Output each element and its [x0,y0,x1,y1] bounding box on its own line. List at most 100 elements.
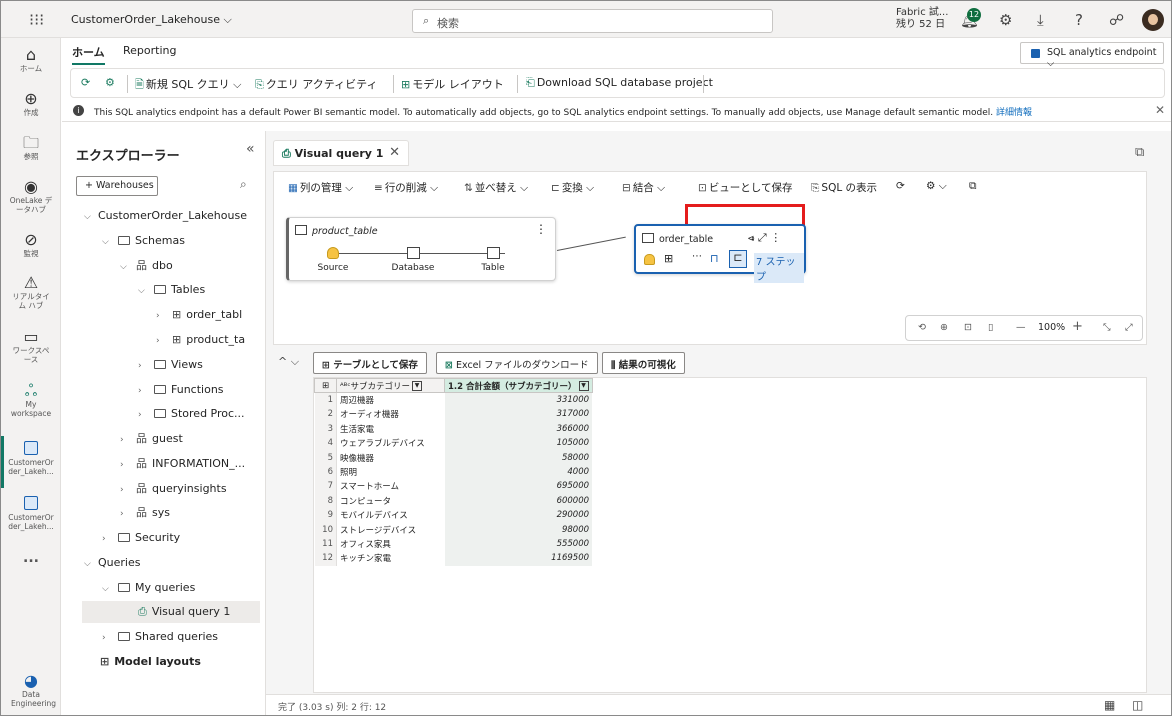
tree-visual-query[interactable]: ⎙ Visual query 1 [82,601,260,623]
row-number[interactable]: 6 [314,464,337,480]
row-number[interactable]: 8 [314,493,337,509]
cell-total[interactable]: 695000 [444,479,593,494]
table-row[interactable]: 6 照明 4000 [314,464,593,480]
collapse-icon[interactable]: ⤡ [1103,322,1111,333]
tree-queries[interactable]: ⌵ Queries [84,552,140,574]
cell-subcategory[interactable]: スマートホーム [337,479,445,493]
row-number[interactable]: 10 [314,522,337,537]
nav-data-engineering[interactable]: ◕ Data Engineering [1,672,61,709]
endpoint-selector[interactable]: SQL analytics endpoint ⌵ [1020,42,1164,69]
save-as-table-button[interactable]: ⊞ テーブルとして保存 [313,352,427,374]
table-row[interactable]: 10 ストレージデバイス 98000 [314,522,593,537]
cell-total[interactable]: 331000 [444,392,593,408]
add-warehouses-button[interactable]: + Warehouses [76,176,158,196]
sort-button[interactable]: ⇅ 並べ替え ⌵ [464,180,528,195]
cell-subcategory[interactable]: 周辺機器 [337,393,445,407]
row-number[interactable]: 9 [314,508,337,523]
cell-subcategory[interactable]: オフィス家具 [337,537,445,551]
query-activity-button[interactable]: ⎘ クエリ アクティビティ [255,76,377,92]
download-excel-button[interactable]: ⊠ Excel ファイルのダウンロード [436,352,598,374]
tree-views[interactable]: › Views [138,354,203,376]
cell-subcategory[interactable]: モバイルデバイス [337,508,445,522]
close-icon[interactable]: ✕ [1155,103,1165,117]
cell-total[interactable]: 1169500 [444,551,593,566]
tab-home[interactable]: ホーム [72,44,105,65]
download-project-button[interactable]: ⎗ Download SQL database project [526,76,713,90]
nav-create[interactable]: ⊕ 作成 [1,90,61,118]
search-icon[interactable]: ⌕ [240,177,247,192]
nav-my-workspace[interactable]: ஃ My workspace [1,382,61,419]
cell-total[interactable]: 290000 [444,508,593,523]
nav-more[interactable]: ... [1,551,61,565]
share-node-icon[interactable]: ⩹ ⤢ ⋮ [748,231,781,245]
share-icon[interactable]: ☍ [1109,11,1124,29]
new-sql-query-button[interactable]: 🗎︎ 新規 SQL クエリ ⌵ [135,76,241,95]
help-icon[interactable]: ? [1075,11,1083,29]
tree-my-queries[interactable]: ⌵ My queries [102,577,195,599]
avatar[interactable] [1142,9,1164,31]
tree-model-layouts[interactable]: ⊞ Model layouts [98,651,201,673]
cell-subcategory[interactable]: ウェアラブルデバイス [337,436,445,450]
row-number[interactable]: 7 [314,479,337,494]
table-row[interactable]: 7 スマートホーム 695000 [314,479,593,494]
undo-icon[interactable]: ⟲ [918,322,926,333]
search-box[interactable]: ⌕ 検索 [412,9,773,33]
more-options-icon[interactable]: ⋮ [535,222,547,236]
trial-status[interactable]: Fabric 試... 残り 52 日 [896,7,948,31]
close-icon[interactable]: ✕ [389,145,400,160]
step-source[interactable]: Source [305,247,361,273]
row-number[interactable]: 11 [314,536,337,552]
grid-view-icon[interactable]: ▦ [1104,698,1115,712]
row-number[interactable]: 5 [314,450,337,465]
tree-tables[interactable]: ⌵ Tables [138,279,205,301]
zoom-in-icon[interactable]: + [1072,319,1083,334]
nav-realtime[interactable]: ⚠︎ リアルタイム ハブ [1,274,61,311]
table-row[interactable]: 5 映像機器 58000 [314,450,593,465]
cell-total[interactable]: 4000 [444,464,593,480]
tree-order-table[interactable]: › ⊞ order_tabl [156,304,242,326]
table-row[interactable]: 2 オーディオ機器 317000 [314,407,593,422]
table-row[interactable]: 9 モバイルデバイス 290000 [314,508,593,523]
table-row[interactable]: 1 周辺機器 331000 [314,392,593,408]
save-as-view-button[interactable]: ⊡ ビューとして保存 [698,180,793,195]
popout-icon[interactable]: ⧉ [969,180,977,193]
tree-information[interactable]: › 品 INFORMATION_... [120,453,245,475]
refresh-icon[interactable]: ⟳ [81,76,92,89]
split-view-icon[interactable]: ◫ [1132,698,1143,712]
nav-workspaces[interactable]: ▭ ワークスペース [1,328,61,365]
cell-total[interactable]: 600000 [444,493,593,509]
product-table-node[interactable]: product_table ⋮ Source Database Table [286,217,556,281]
tree-product-table[interactable]: › ⊞ product_ta [156,329,245,351]
visualize-results-button[interactable]: ⫼ 結果の可視化 [602,352,685,374]
tree-security[interactable]: › Security [102,527,180,549]
frame-icon[interactable]: ⊡ [964,322,972,333]
download-icon[interactable]: ⤓ [1037,11,1044,29]
nav-lakehouse[interactable]: CustomerOrder_Lakeh... [1,441,61,476]
dropdown-icon[interactable]: ▼ [412,381,422,392]
select-all-icon[interactable]: ⊞ [314,377,337,394]
step-table[interactable]: Table [465,247,521,273]
cell-total[interactable]: 98000 [444,522,593,537]
table-row[interactable]: 12 キッチン家電 1169500 [314,551,593,566]
nav-onelake[interactable]: ◉ OneLake データハブ [1,178,61,215]
cell-subcategory[interactable]: 照明 [337,465,445,479]
table-row[interactable]: 3 生活家電 366000 [314,421,593,437]
app-launcher-icon[interactable]: ⁝⁝⁝ [29,10,44,29]
order-table-node[interactable]: order_table ⩹ ⤢ ⋮ ⊞ ⋯ ⊓ ⊏ 7 ステップ [634,224,806,283]
column-header-subcategory[interactable]: ᴬᴮᶜサブカテゴリー ▼ [336,377,445,394]
zoom-out-icon[interactable]: — [1016,322,1026,333]
cell-subcategory[interactable]: コンピュータ [337,494,445,508]
tree-dbo[interactable]: ⌵ 品 dbo [120,255,173,277]
row-number[interactable]: 4 [314,436,337,451]
show-sql-button[interactable]: ⎘ SQL の表示 [811,180,877,195]
table-row[interactable]: 11 オフィス家具 555000 [314,536,593,552]
copy-icon[interactable]: ⧉ [1135,145,1144,160]
combine-button[interactable]: ⊟ 結合 ⌵ [622,180,665,195]
tree-queryinsights[interactable]: › 品 queryinsights [120,478,227,500]
app-title[interactable]: CustomerOrder_Lakehouse ⌵ [71,13,232,27]
row-number[interactable]: 3 [314,421,337,437]
row-number[interactable]: 12 [314,551,337,566]
cell-total[interactable]: 366000 [444,421,593,437]
row-number[interactable]: 2 [314,407,337,422]
refresh-icon[interactable]: ⟳ [896,180,905,192]
